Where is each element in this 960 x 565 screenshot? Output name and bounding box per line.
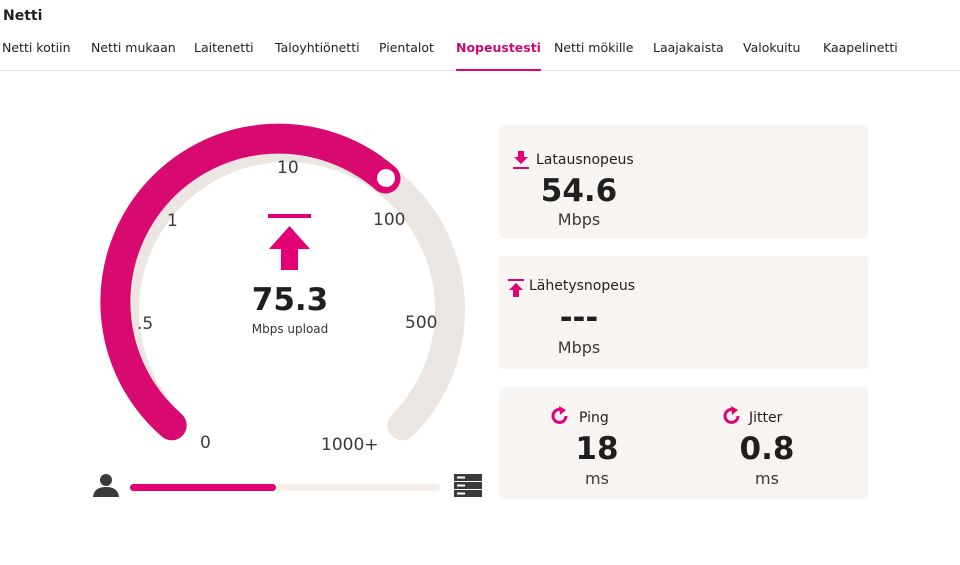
ping-value: 18 (575, 431, 619, 467)
gauge-tick-1000: 1000+ (321, 435, 379, 455)
ping-title: Ping (579, 410, 609, 426)
test-progress (90, 470, 490, 502)
gauge-tick-1: 1 (167, 211, 178, 231)
upload-unit: Mbps (557, 338, 601, 357)
jitter-refresh-icon (723, 406, 740, 424)
ping-refresh-icon (551, 406, 568, 424)
jitter-title: Jitter (749, 410, 783, 426)
upload-value: --- (559, 300, 599, 336)
download-arrow-icon (513, 151, 529, 169)
jitter-value: 0.8 (739, 431, 795, 467)
upload-title: Lähetysnopeus (529, 278, 636, 294)
gauge-unit: Mbps upload (251, 322, 329, 336)
download-card: Latausnopeus 54.6 Mbps (499, 125, 868, 238)
gauge-tick-0: 0 (200, 433, 211, 453)
upload-arrow-icon (508, 279, 524, 297)
download-unit: Mbps (557, 210, 601, 229)
upload-arrow-icon (268, 214, 311, 270)
gauge-value: 75.3 (251, 282, 329, 318)
progress-track (130, 484, 440, 491)
progress-fill (130, 484, 276, 491)
jitter-unit: ms (755, 469, 779, 488)
latency-card: Ping 18 ms Jitter 0.8 ms (499, 387, 868, 499)
upload-card: Lähetysnopeus --- Mbps (499, 256, 868, 369)
gauge-tick-10: 10 (277, 158, 299, 178)
download-value: 54.6 (540, 173, 618, 209)
gauge-tick-100: 100 (373, 210, 406, 230)
gauge-needle-knob (373, 165, 399, 191)
ping-unit: ms (585, 469, 609, 488)
gauge-readout: 75.3 Mbps upload (150, 284, 430, 336)
download-title: Latausnopeus (536, 152, 634, 168)
